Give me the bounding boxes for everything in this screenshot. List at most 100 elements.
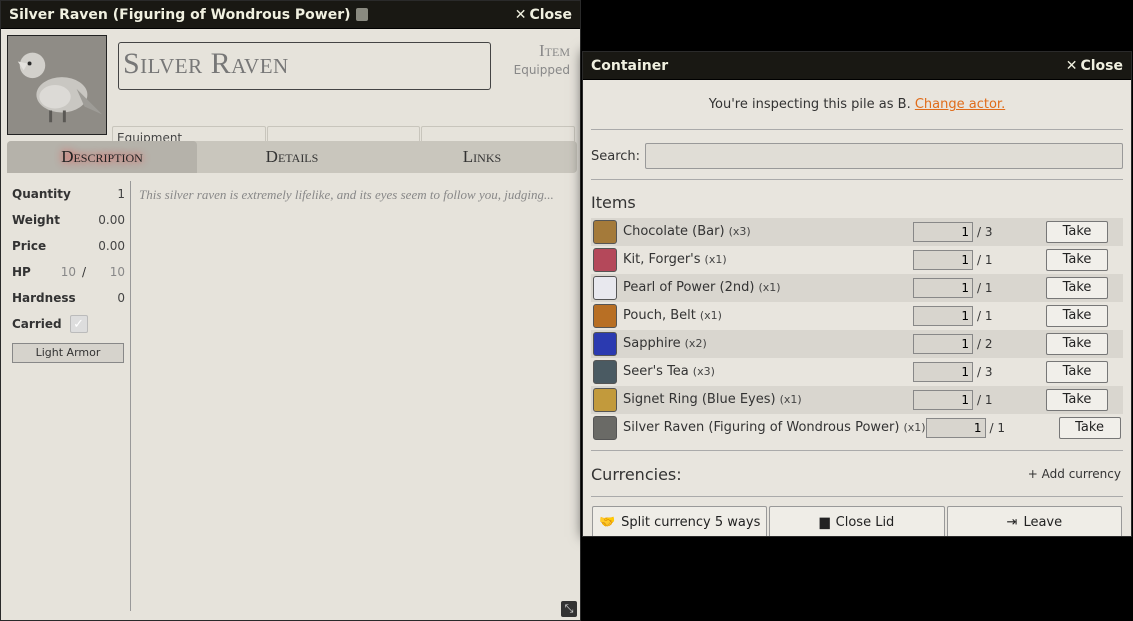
weight-row: Weight 0.00 [7, 207, 130, 233]
item-name[interactable]: Chocolate (Bar) (x3) [623, 224, 913, 239]
item-icon[interactable] [593, 247, 617, 272]
close-lid-button[interactable]: ▆ Close Lid [769, 506, 945, 536]
item-sheet-header[interactable]: Silver Raven (Figuring of Wondrous Power… [1, 1, 580, 29]
item-max-quantity: / 3 [977, 224, 993, 239]
take-button[interactable]: Take [1046, 332, 1108, 355]
item-name[interactable]: Sapphire (x2) [623, 336, 913, 351]
item-sheet-title: Silver Raven (Figuring of Wondrous Power… [9, 7, 515, 23]
container-header[interactable]: Container ✕ Close [583, 52, 1131, 80]
light-armor-button[interactable]: Light Armor [12, 343, 124, 363]
item-name-text: Silver Raven [123, 47, 289, 80]
item-properties-sidebar: Quantity 1 Weight 0.00 Price 0.00 HP 10 … [7, 181, 131, 611]
price-label: Price [12, 239, 47, 253]
weight-value[interactable]: 0.00 [98, 213, 125, 227]
plus-icon: + [1027, 467, 1042, 481]
tab-details[interactable]: Details [197, 141, 387, 173]
tab-links[interactable]: Links [387, 141, 577, 173]
item-name-text: Chocolate (Bar) [623, 224, 725, 239]
item-sheet-close-button[interactable]: ✕ Close [515, 7, 572, 23]
item-name[interactable]: Signet Ring (Blue Eyes) (x1) [623, 392, 913, 407]
weight-label: Weight [12, 213, 60, 227]
take-button[interactable]: Take [1046, 220, 1108, 243]
hp-max-value[interactable]: 10 [110, 265, 125, 279]
item-name-text: Silver Raven (Figuring of Wondrous Power… [623, 420, 900, 435]
quantity-input[interactable]: 1 [913, 305, 973, 326]
take-button[interactable]: Take [1046, 276, 1108, 299]
add-currency-button[interactable]: + Add currency [1028, 467, 1121, 481]
exit-icon: ⇥ [1006, 514, 1018, 530]
item-name-text: Pouch, Belt [623, 308, 696, 323]
container-close-button[interactable]: ✕ Close [1066, 58, 1123, 74]
item-sheet-window: Silver Raven (Figuring of Wondrous Power… [0, 0, 581, 621]
take-button[interactable]: Take [1046, 360, 1108, 383]
hp-current-value[interactable]: 10 [52, 265, 76, 279]
item-count: (x1) [699, 309, 722, 322]
price-value[interactable]: 0.00 [98, 239, 125, 253]
quantity-row: Quantity 1 [7, 181, 130, 207]
item-icon[interactable] [593, 387, 617, 412]
box-icon: ▆ [819, 514, 830, 530]
take-button[interactable]: Take [1046, 304, 1108, 327]
quantity-input[interactable]: 1 [913, 333, 973, 354]
item-name[interactable]: Kit, Forger's (x1) [623, 252, 913, 267]
hp-row: HP 10 / 10 [7, 259, 130, 285]
tab-description[interactable]: Description [7, 141, 197, 173]
quantity-input[interactable]: 1 [913, 249, 973, 270]
carried-row: Carried ✓ [7, 311, 130, 337]
item-type-label: Item [539, 41, 570, 60]
hp-label: HP [12, 265, 31, 279]
hardness-value[interactable]: 0 [117, 291, 125, 305]
search-label: Search: [591, 148, 641, 164]
item-name[interactable]: Pearl of Power (2nd) (x1) [623, 280, 913, 295]
quantity-input[interactable]: 1 [925, 417, 986, 438]
item-count: (x1) [758, 281, 781, 294]
take-button[interactable]: Take [1046, 248, 1108, 271]
quantity-input[interactable]: 1 [913, 389, 973, 410]
container-title: Container [591, 57, 669, 74]
carried-checkbox[interactable]: ✓ [69, 315, 88, 333]
list-item: Pouch, Belt (x1) 1/ 1 Take [591, 302, 1123, 330]
item-icon[interactable] [593, 415, 617, 440]
item-name-text: Sapphire [623, 336, 681, 351]
quantity-input[interactable]: 1 [913, 221, 973, 242]
take-button[interactable]: Take [1058, 416, 1121, 439]
close-icon: ✕ [1065, 57, 1078, 74]
item-description[interactable]: This silver raven is extremely lifelike,… [139, 187, 570, 203]
item-name[interactable]: Silver Raven (Figuring of Wondrous Power… [623, 420, 926, 435]
leave-button[interactable]: ⇥ Leave [946, 506, 1122, 536]
item-max-quantity: / 1 [989, 420, 1006, 435]
search-input[interactable] [645, 143, 1123, 169]
item-name-text: Kit, Forger's [623, 252, 701, 267]
change-actor-link[interactable]: Change actor. [915, 97, 1005, 112]
item-icon[interactable] [593, 219, 617, 244]
resize-handle-icon[interactable]: ⤡ [561, 601, 577, 617]
quantity-input[interactable]: 1 [913, 361, 973, 382]
add-currency-label: Add currency [1041, 467, 1121, 481]
close-label: Close [1080, 57, 1123, 74]
close-label: Close [529, 6, 572, 23]
item-max-quantity: / 3 [977, 364, 993, 379]
item-name[interactable]: Pouch, Belt (x1) [623, 308, 913, 323]
item-name-field[interactable]: Silver Raven [118, 42, 491, 90]
item-icon[interactable] [593, 275, 617, 300]
item-status-label: Equipped [513, 63, 570, 77]
divider [591, 129, 1123, 130]
split-currency-button[interactable]: 🤝 Split currency 5 ways [592, 506, 768, 536]
document-icon[interactable] [355, 7, 368, 21]
item-max-quantity: / 2 [977, 336, 993, 351]
container-action-buttons: 🤝 Split currency 5 ways ▆ Close Lid ⇥ Le… [583, 506, 1131, 536]
item-icon[interactable] [593, 359, 617, 384]
item-count: (x2) [684, 337, 707, 350]
items-heading: Items [591, 193, 636, 212]
item-max-quantity: / 1 [977, 280, 993, 295]
item-portrait[interactable] [7, 35, 107, 135]
quantity-input[interactable]: 1 [913, 277, 973, 298]
list-item: Sapphire (x2) 1/ 2 Take [591, 330, 1123, 358]
item-name[interactable]: Seer's Tea (x3) [623, 364, 913, 379]
raven-image-icon [8, 36, 106, 134]
item-icon[interactable] [593, 331, 617, 356]
take-button[interactable]: Take [1046, 388, 1108, 411]
quantity-value[interactable]: 1 [117, 187, 125, 201]
item-icon[interactable] [593, 303, 617, 328]
checkmark-icon: ✓ [73, 316, 85, 332]
